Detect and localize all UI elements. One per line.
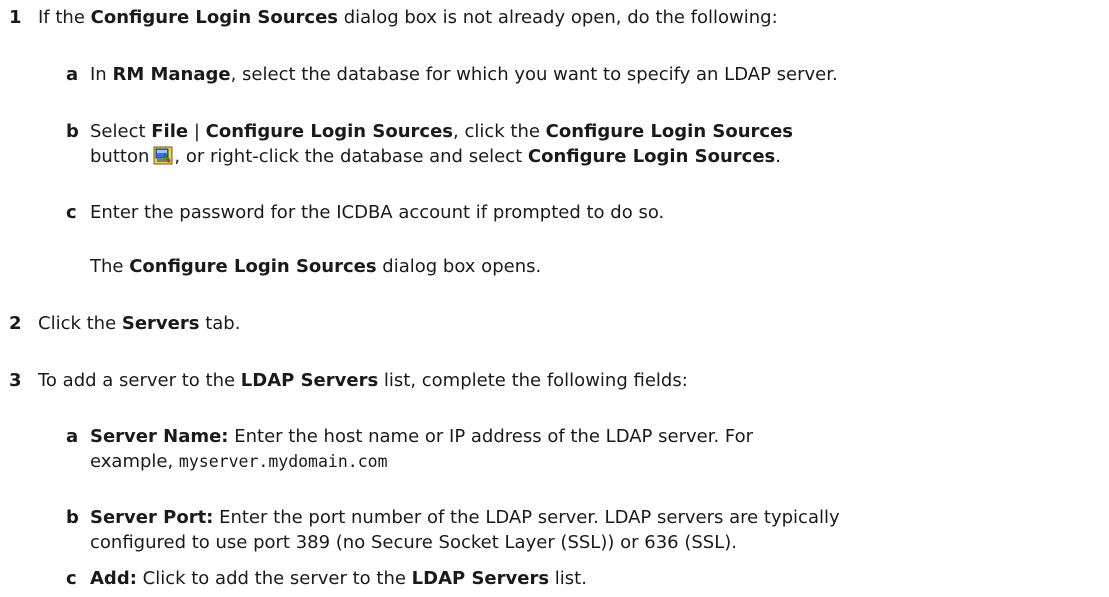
step-number: 2 xyxy=(9,313,22,334)
substep-letter: a xyxy=(66,426,79,447)
substep-text-continued: button , or right-click the database and… xyxy=(90,146,782,167)
substep-text: Select File | Configure Login Sources, c… xyxy=(90,121,794,142)
step-text: If the Configure Login Sources dialog bo… xyxy=(38,7,778,28)
substep-text: In RM Manage, select the database for wh… xyxy=(90,64,838,85)
substep-text: Enter the password for the ICDBA account… xyxy=(90,202,665,223)
step-text: To add a server to the LDAP Servers list… xyxy=(38,370,688,391)
configure-login-sources-icon xyxy=(153,146,173,165)
substep-text: Server Name: Enter the host name or IP a… xyxy=(90,426,754,447)
step-number: 3 xyxy=(9,370,22,391)
substep-letter: b xyxy=(66,121,79,142)
substep-text-continued: example, myserver.mydomain.com xyxy=(90,451,388,472)
substep-letter: c xyxy=(66,568,77,589)
step-note: The Configure Login Sources dialog box o… xyxy=(90,256,542,277)
substep-text: Add: Click to add the server to the LDAP… xyxy=(90,568,587,589)
substep-letter: b xyxy=(66,507,79,528)
step-number: 1 xyxy=(9,7,22,28)
step-text: Click the Servers tab. xyxy=(38,313,241,334)
substep-text: Server Port: Enter the port number of th… xyxy=(90,507,840,528)
substep-letter: c xyxy=(66,202,77,223)
substep-text-continued: configured to use port 389 (no Secure So… xyxy=(90,532,737,553)
substep-letter: a xyxy=(66,64,79,85)
example-hostname: myserver.mydomain.com xyxy=(178,452,388,471)
